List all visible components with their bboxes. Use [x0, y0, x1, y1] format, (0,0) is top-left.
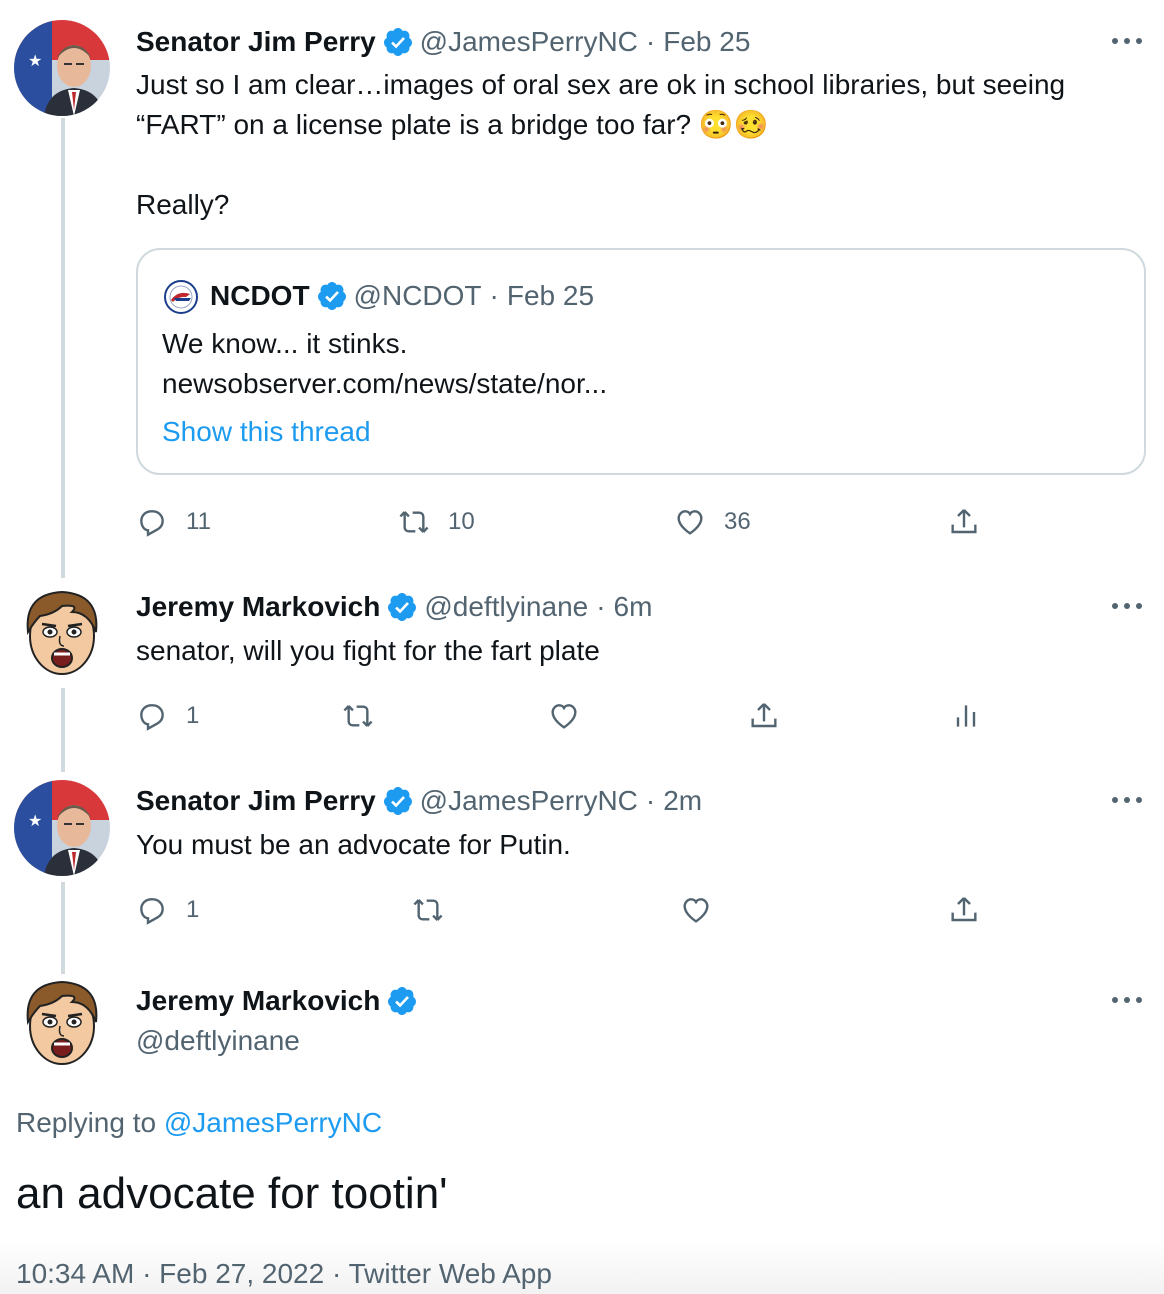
retweet-button[interactable] — [412, 894, 444, 926]
author-handle[interactable]: @deftlyinane — [424, 591, 588, 623]
reply-count: 1 — [186, 702, 200, 729]
retweet-icon — [413, 899, 443, 921]
tweet-time[interactable]: Feb 25 — [663, 26, 750, 58]
author-handle[interactable]: @JamesPerryNC — [420, 785, 638, 817]
author-name[interactable]: Jeremy Markovich — [136, 985, 380, 1017]
quote-text: We know... it stinks. — [162, 328, 408, 359]
author-handle[interactable]: @JamesPerryNC — [420, 26, 638, 58]
tweet-text-line: Just so I am clear…images of oral sex ar… — [136, 69, 1066, 100]
tweet-time[interactable]: 2m — [663, 785, 702, 817]
svg-text:★: ★ — [28, 51, 42, 70]
reply-button[interactable]: 11 — [136, 506, 211, 538]
more-icon[interactable] — [1112, 795, 1142, 805]
thread-line — [61, 882, 65, 974]
tweet-header: Senator Jim Perry @JamesPerryNC · Feb 25 — [136, 22, 750, 62]
share-icon — [951, 897, 977, 922]
ncdot-avatar — [164, 280, 198, 314]
tweet-time[interactable]: 6m — [614, 591, 653, 623]
thread-line — [61, 688, 65, 772]
author-name[interactable]: Senator Jim Perry — [136, 26, 376, 58]
avatar[interactable]: ★ — [14, 780, 110, 876]
separator-dot: · — [489, 280, 499, 311]
share-icon — [751, 703, 777, 728]
tweet-text: You must be an advocate for Putin. — [136, 829, 571, 860]
quoted-tweet[interactable]: NCDOT @NCDOT · Feb 25 We know... it stin… — [136, 248, 1146, 475]
tweet-text-line: Really? — [136, 189, 230, 220]
quote-author-handle: @NCDOT — [353, 280, 482, 311]
thread-line — [61, 118, 65, 578]
verified-badge-icon — [317, 282, 346, 310]
like-icon — [683, 898, 709, 923]
reply-icon — [140, 898, 164, 925]
tweet-actions: 11 10 36 — [136, 502, 1036, 542]
replying-prefix: Replying to — [16, 1107, 164, 1138]
author-handle[interactable]: @deftlyinane — [136, 1021, 300, 1061]
replying-handle-link[interactable]: @JamesPerryNC — [164, 1107, 382, 1138]
tweet-header: Jeremy Markovich @deftlyinane · 6m — [136, 587, 652, 627]
replying-to: Replying to @JamesPerryNC — [16, 1103, 382, 1143]
share-icon — [951, 509, 977, 534]
author-name[interactable]: Senator Jim Perry — [136, 785, 376, 817]
like-button[interactable]: 36 — [674, 506, 751, 538]
avatar[interactable] — [14, 976, 110, 1072]
separator-dot: · — [645, 785, 656, 816]
retweet-button[interactable]: 10 — [398, 506, 475, 538]
main-tweet-text: an advocate for tootin' — [16, 1169, 448, 1218]
reply-count: 1 — [186, 896, 200, 923]
reply-button[interactable]: 1 — [136, 894, 199, 926]
like-button[interactable] — [548, 700, 580, 732]
more-icon[interactable] — [1112, 995, 1142, 1005]
retweet-count: 10 — [448, 508, 475, 535]
share-button[interactable] — [748, 700, 780, 732]
reply-count: 11 — [186, 508, 211, 535]
share-button[interactable] — [948, 894, 980, 926]
reply-icon — [140, 704, 164, 731]
verified-badge-icon — [388, 987, 417, 1015]
tweet-text: Just so I am clear…images of oral sex ar… — [136, 65, 1146, 225]
retweet-icon — [343, 705, 373, 727]
more-icon[interactable] — [1112, 601, 1142, 611]
like-icon — [677, 510, 703, 535]
retweet-icon — [399, 511, 429, 533]
main-tweet-header: Jeremy Markovich — [136, 981, 424, 1021]
separator-dot: · — [645, 26, 656, 57]
separator-dot: · — [596, 591, 606, 622]
author-name[interactable]: Jeremy Markovich — [136, 591, 380, 623]
verified-badge-icon — [383, 28, 412, 56]
tweet-text-line: “FART” on a license plate is a bridge to… — [136, 109, 769, 140]
verified-badge-icon — [388, 593, 417, 621]
analytics-button[interactable] — [950, 700, 982, 732]
reply-button[interactable]: 1 — [136, 700, 199, 732]
verified-badge-icon — [383, 787, 412, 815]
retweet-button[interactable] — [342, 700, 374, 732]
main-tweet-timestamp[interactable]: 10:34 AM · Feb 27, 2022 · Twitter Web Ap… — [16, 1254, 552, 1294]
avatar[interactable] — [14, 586, 110, 682]
tweet-actions: 1 — [136, 890, 1036, 930]
tweet-text: senator, will you fight for the fart pla… — [136, 635, 600, 666]
avatar[interactable]: ★ — [14, 20, 110, 116]
show-thread-link[interactable]: Show this thread — [162, 412, 371, 452]
reply-icon — [140, 510, 164, 537]
like-button[interactable] — [680, 894, 712, 926]
tweet-header: Senator Jim Perry @JamesPerryNC · 2m — [136, 781, 702, 821]
analytics-icon — [956, 705, 976, 727]
svg-text:★: ★ — [28, 811, 42, 830]
like-count: 36 — [724, 508, 751, 535]
share-button[interactable] — [948, 506, 980, 538]
tweet-actions: 1 — [136, 696, 1036, 736]
quote-url[interactable]: newsobserver.com/news/state/nor... — [162, 364, 607, 404]
like-icon — [551, 704, 577, 729]
quote-time: Feb 25 — [506, 280, 595, 311]
quote-author-name: NCDOT — [210, 280, 310, 311]
more-icon[interactable] — [1112, 36, 1142, 46]
